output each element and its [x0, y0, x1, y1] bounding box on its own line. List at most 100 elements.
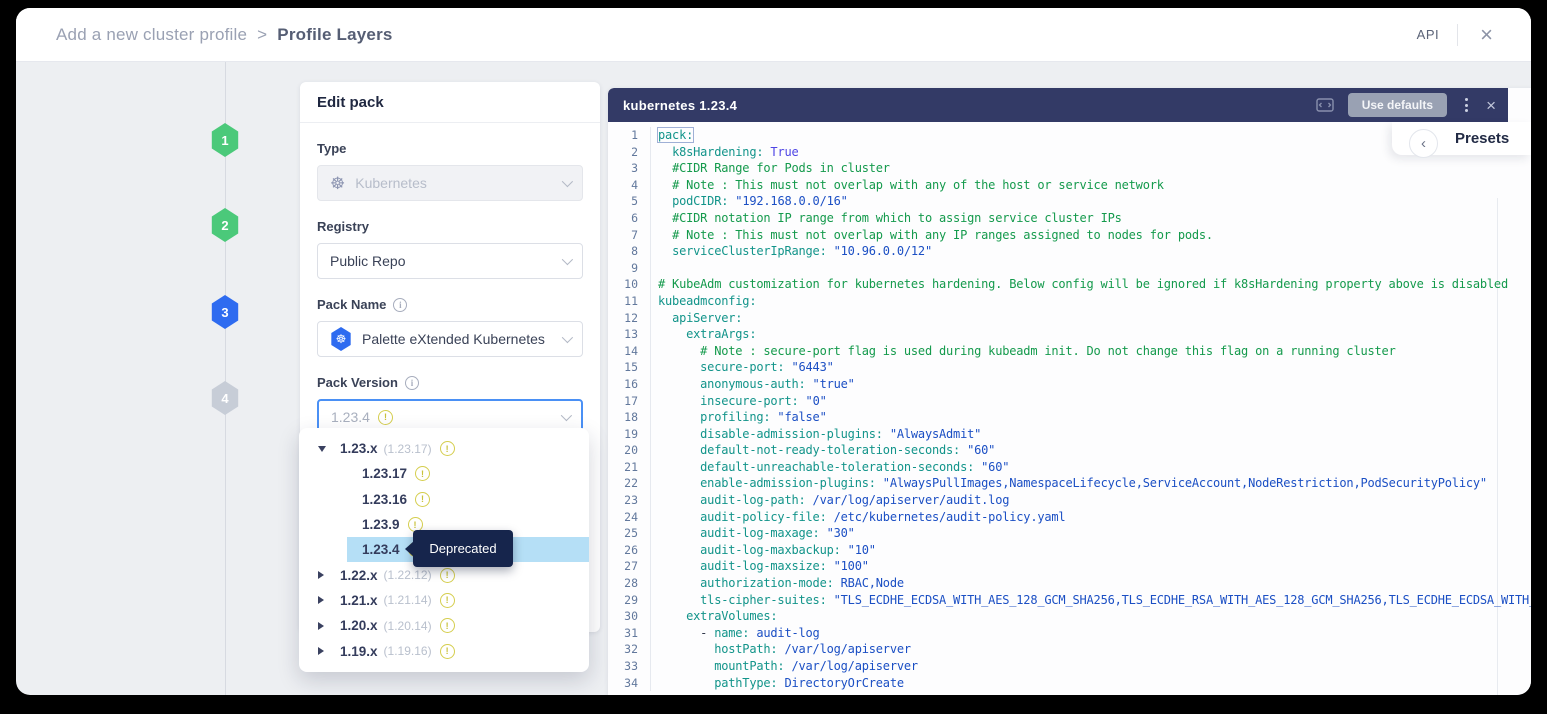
chevron-down-icon: [562, 254, 573, 265]
edit-pack-title: Edit pack: [300, 82, 600, 123]
line-number: 10: [608, 276, 650, 293]
version-label: 1.19.x: [340, 644, 378, 659]
caret-right-icon[interactable]: [318, 622, 324, 630]
code-line[interactable]: 29 tls-cipher-suites: "TLS_ECDHE_ECDSA_W…: [608, 592, 1531, 609]
api-link[interactable]: API: [1417, 27, 1439, 42]
version-label: 1.23.17: [362, 466, 407, 481]
editor-close-icon[interactable]: ×: [1486, 97, 1496, 114]
code-line[interactable]: 11kubeadmconfig:: [608, 293, 1531, 310]
line-number: 16: [608, 376, 650, 393]
deprecation-warning-icon: !: [440, 618, 455, 633]
line-number: 15: [608, 359, 650, 376]
code-line[interactable]: 22 enable-admission-plugins: "AlwaysPull…: [608, 475, 1531, 492]
line-number: 11: [608, 293, 650, 310]
line-number: 32: [608, 641, 650, 658]
version-option-1.23.x[interactable]: 1.23.x(1.23.17)!: [299, 436, 589, 461]
pack-name-label: Pack Name i: [317, 297, 583, 312]
window-close-icon[interactable]: ×: [1476, 24, 1497, 46]
use-defaults-button[interactable]: Use defaults: [1348, 93, 1447, 117]
version-option-1.23.17[interactable]: 1.23.17!: [299, 461, 589, 486]
code-line[interactable]: 25 audit-log-maxage: "30": [608, 525, 1531, 542]
editor-title: kubernetes 1.23.4: [623, 98, 737, 113]
code-text: k8sHardening: True: [658, 144, 799, 161]
line-number: 5: [608, 193, 650, 210]
breadcrumb-parent[interactable]: Add a new cluster profile: [56, 25, 247, 44]
chevron-left-icon[interactable]: ‹: [1409, 129, 1438, 158]
step-number-badge: 1: [210, 123, 240, 157]
palette-kubernetes-icon: ☸: [330, 327, 352, 351]
step-number-badge: 2: [210, 208, 240, 242]
version-label: 1.23.9: [362, 517, 400, 532]
code-line[interactable]: 21 default-unreachable-toleration-second…: [608, 459, 1531, 476]
code-line[interactable]: 6 #CIDR notation IP range from which to …: [608, 210, 1531, 227]
code-line[interactable]: 17 insecure-port: "0": [608, 393, 1531, 410]
top-header: Add a new cluster profile>Profile Layers…: [16, 8, 1531, 62]
editor-header: kubernetes 1.23.4 Use defaults ×: [608, 88, 1508, 122]
code-area[interactable]: 1pack:2 k8sHardening: True3 #CIDR Range …: [608, 122, 1531, 695]
code-line[interactable]: 10# KubeAdm customization for kubernetes…: [608, 276, 1531, 293]
code-line[interactable]: 31 - name: audit-log: [608, 625, 1531, 642]
code-line[interactable]: 12 apiServer:: [608, 310, 1531, 327]
version-option-1.19.x[interactable]: 1.19.x(1.19.16)!: [299, 638, 589, 663]
code-text: insecure-port: "0": [658, 393, 827, 410]
code-line[interactable]: 28 authorization-mode: RBAC,Node: [608, 575, 1531, 592]
version-option-1.21.x[interactable]: 1.21.x(1.21.14)!: [299, 588, 589, 613]
line-number: 33: [608, 658, 650, 675]
version-latest-hint: (1.19.16): [384, 644, 432, 658]
code-text: pack:: [658, 127, 693, 144]
version-latest-hint: (1.23.17): [384, 442, 432, 456]
code-line[interactable]: 26 audit-log-maxbackup: "10": [608, 542, 1531, 559]
code-line[interactable]: 8 serviceClusterIpRange: "10.96.0.0/12": [608, 243, 1531, 260]
code-line[interactable]: 19 disable-admission-plugins: "AlwaysAdm…: [608, 426, 1531, 443]
caret-right-icon[interactable]: [318, 596, 324, 604]
chevron-down-icon: [561, 410, 572, 421]
line-number: 23: [608, 492, 650, 509]
code-line[interactable]: 34 pathType: DirectoryOrCreate: [608, 675, 1531, 692]
registry-select[interactable]: Public Repo: [317, 243, 583, 279]
code-text: hostPath: /var/log/apiserver: [658, 641, 911, 658]
code-text: profiling: "false": [658, 409, 827, 426]
code-line[interactable]: 5 podCIDR: "192.168.0.0/16": [608, 193, 1531, 210]
code-text: # Note : secure-port flag is used during…: [658, 343, 1396, 360]
line-number: 20: [608, 442, 650, 459]
code-line[interactable]: 7 # Note : This must not overlap with an…: [608, 227, 1531, 244]
info-icon[interactable]: i: [393, 298, 407, 312]
deprecation-warning-icon: !: [440, 441, 455, 456]
code-text: podCIDR: "192.168.0.0/16": [658, 193, 848, 210]
header-divider: [1457, 24, 1458, 46]
code-line[interactable]: 16 anonymous-auth: "true": [608, 376, 1531, 393]
info-icon[interactable]: i: [405, 376, 419, 390]
code-line[interactable]: 33 mountPath: /var/log/apiserver: [608, 658, 1531, 675]
code-line[interactable]: 13 extraArgs:: [608, 326, 1531, 343]
line-number: 18: [608, 409, 650, 426]
caret-right-icon[interactable]: [318, 571, 324, 579]
code-text: extraArgs:: [658, 326, 756, 343]
code-line[interactable]: 3 #CIDR Range for Pods in cluster: [608, 160, 1531, 177]
code-line[interactable]: 9: [608, 260, 1531, 277]
breadcrumb-current: Profile Layers: [277, 25, 392, 44]
version-option-1.20.x[interactable]: 1.20.x(1.20.14)!: [299, 613, 589, 638]
version-label: 1.20.x: [340, 618, 378, 633]
code-line[interactable]: 14 # Note : secure-port flag is used dur…: [608, 343, 1531, 360]
pack-name-select[interactable]: ☸ Palette eXtended Kubernetes: [317, 321, 583, 357]
code-line[interactable]: 30 extraVolumes:: [608, 608, 1531, 625]
line-number: 1: [608, 127, 650, 144]
code-line[interactable]: 15 secure-port: "6443": [608, 359, 1531, 376]
code-line[interactable]: 18 profiling: "false": [608, 409, 1531, 426]
code-line[interactable]: 23 audit-log-path: /var/log/apiserver/au…: [608, 492, 1531, 509]
diff-view-icon[interactable]: [1316, 98, 1334, 112]
code-line[interactable]: 4 # Note : This must not overlap with an…: [608, 177, 1531, 194]
code-line[interactable]: 27 audit-log-maxsize: "100": [608, 558, 1531, 575]
stepper-connector-line: [225, 62, 226, 695]
code-line[interactable]: 24 audit-policy-file: /etc/kubernetes/au…: [608, 509, 1531, 526]
caret-right-icon[interactable]: [318, 647, 324, 655]
version-option-1.23.16[interactable]: 1.23.16!: [299, 487, 589, 512]
code-text: enable-admission-plugins: "AlwaysPullIma…: [658, 475, 1487, 492]
presets-label: Presets: [1455, 130, 1509, 147]
code-line[interactable]: 32 hostPath: /var/log/apiserver: [608, 641, 1531, 658]
version-option-1.23.4[interactable]: 1.23.4!Deprecated: [347, 537, 589, 562]
code-line[interactable]: 20 default-not-ready-toleration-seconds:…: [608, 442, 1531, 459]
more-options-icon[interactable]: [1461, 96, 1472, 114]
caret-down-icon[interactable]: [318, 446, 326, 452]
line-number: 14: [608, 343, 650, 360]
